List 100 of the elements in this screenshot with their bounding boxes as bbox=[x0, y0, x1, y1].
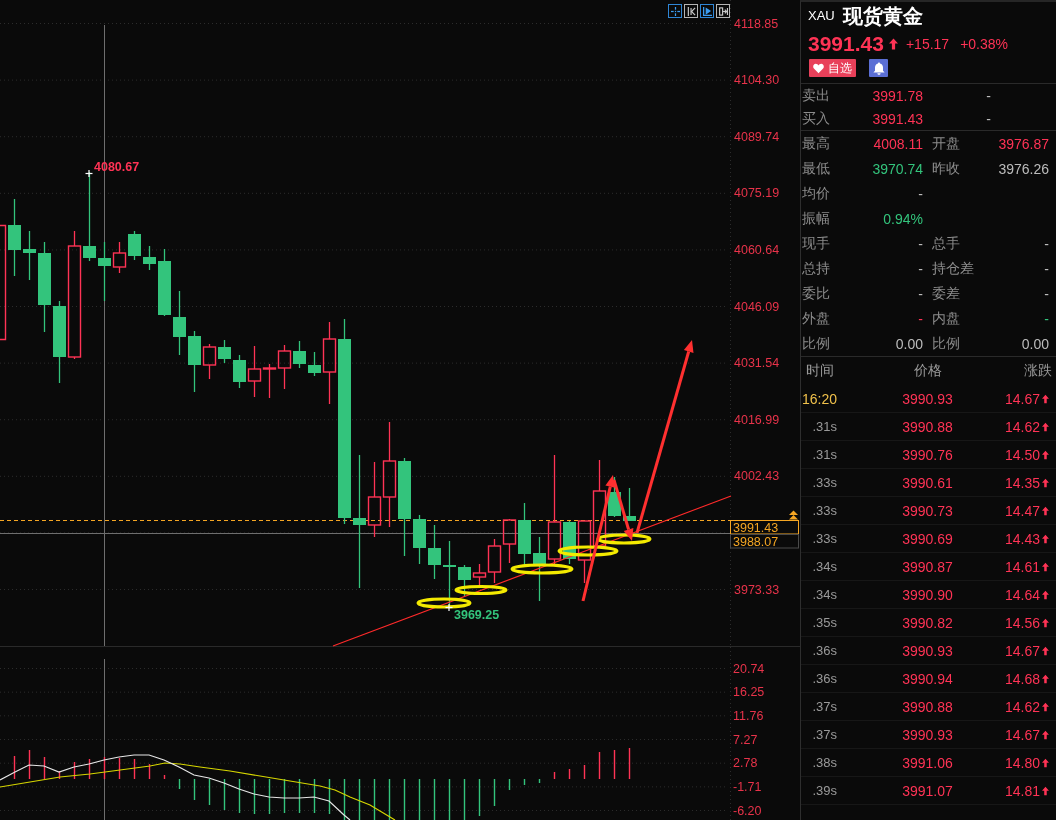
trade-price: 3991.07 bbox=[901, 782, 954, 799]
histogram-bar bbox=[553, 771, 556, 780]
heart-icon bbox=[813, 62, 824, 74]
stat-label: 均价 bbox=[802, 184, 831, 203]
price-axis-label: 3973.33 bbox=[734, 582, 780, 597]
trade-price: 3990.61 bbox=[901, 474, 954, 491]
trade-time: 16:20 bbox=[801, 390, 838, 407]
watchlist-button[interactable]: 自选 bbox=[809, 59, 856, 77]
histogram-bar bbox=[418, 778, 421, 820]
price-change: +15.17 bbox=[905, 35, 950, 52]
crosshair-icon bbox=[670, 6, 680, 16]
trade-time: .31s bbox=[811, 447, 838, 462]
stat-value: - bbox=[1043, 285, 1049, 302]
stat-label: 最低 bbox=[802, 159, 831, 178]
trade-change: 14.68 bbox=[1005, 670, 1041, 687]
trade-price: 3990.94 bbox=[901, 670, 954, 687]
trade-price: 3990.88 bbox=[901, 698, 954, 715]
histogram-bar bbox=[493, 778, 496, 807]
chart-tool-button[interactable] bbox=[684, 4, 698, 18]
histogram-bar bbox=[583, 764, 586, 780]
candle bbox=[173, 290, 186, 356]
percent-change: +0.38% bbox=[960, 35, 1008, 52]
stat-label: 总持 bbox=[802, 259, 831, 278]
last-price-tag: 3991.43 bbox=[730, 520, 799, 535]
histogram-bar bbox=[73, 761, 76, 780]
histogram-bar bbox=[208, 778, 211, 806]
down-arrow bbox=[612, 479, 634, 541]
histogram-bar bbox=[118, 757, 121, 780]
ellipse-marker bbox=[510, 563, 574, 575]
stat-label: 持仓差 bbox=[932, 259, 975, 278]
histogram-bar bbox=[523, 778, 526, 786]
high-price-label: 4080.67 bbox=[94, 159, 140, 174]
histogram-bar bbox=[358, 778, 361, 820]
trade-time: .35s bbox=[811, 615, 838, 630]
trade-change: 14.50 bbox=[1005, 446, 1041, 463]
indicator-axis-label: 16.25 bbox=[733, 685, 765, 700]
trade-price: 3990.73 bbox=[901, 502, 954, 519]
histogram-bar bbox=[238, 778, 241, 814]
chart-tool-button[interactable] bbox=[700, 4, 714, 18]
price-axis-label: 4104.30 bbox=[734, 73, 780, 88]
trade-time: .31s bbox=[811, 419, 838, 434]
price-axis-label: 4089.74 bbox=[734, 129, 780, 144]
histogram-bar bbox=[373, 778, 376, 820]
field-value: 3991.78 bbox=[871, 87, 923, 104]
instrument-name: 现货黄金 bbox=[842, 5, 923, 26]
field-label: 买入 bbox=[802, 109, 831, 128]
volume-value: - bbox=[985, 87, 991, 104]
price-axis-label: 4046.09 bbox=[734, 299, 780, 314]
indicator-axis-label: 11.76 bbox=[733, 708, 764, 723]
histogram-bar bbox=[193, 778, 196, 801]
column-header: 涨跌 bbox=[1023, 362, 1053, 380]
trade-time: .34s bbox=[811, 559, 838, 574]
indicator-axis-label: 20.74 bbox=[733, 661, 765, 676]
trade-time: .33s bbox=[811, 475, 838, 490]
indicator-axis-label: -1.71 bbox=[733, 779, 762, 794]
histogram-bar bbox=[298, 778, 301, 814]
stat-label: 比例 bbox=[932, 334, 961, 353]
caret-icon bbox=[789, 510, 798, 520]
candle bbox=[143, 245, 156, 271]
histogram-bar bbox=[13, 755, 16, 780]
histogram-bar bbox=[538, 778, 541, 784]
histogram-bar bbox=[283, 778, 286, 814]
trade-price: 3990.76 bbox=[901, 446, 954, 463]
histogram-bar bbox=[463, 778, 466, 820]
price-axis-label: 4060.64 bbox=[734, 242, 780, 257]
histogram-bar bbox=[163, 774, 166, 780]
chart-tool-button[interactable] bbox=[716, 4, 730, 18]
trade-price: 3990.93 bbox=[901, 390, 954, 407]
trade-price: 3990.93 bbox=[901, 726, 954, 743]
trade-time: .36s bbox=[811, 671, 838, 686]
alert-button[interactable] bbox=[869, 59, 888, 77]
chart-tool-button[interactable] bbox=[668, 4, 682, 18]
trade-change: 14.64 bbox=[1005, 586, 1041, 603]
candle bbox=[23, 230, 36, 281]
histogram-bar bbox=[508, 778, 511, 791]
candle bbox=[128, 230, 141, 261]
volume-value: - bbox=[985, 110, 991, 127]
histogram-bar bbox=[568, 768, 571, 780]
histogram-bar bbox=[268, 778, 271, 815]
stat-value: 3976.26 bbox=[997, 160, 1049, 177]
symbol-code: XAU bbox=[808, 8, 835, 23]
field-label: 卖出 bbox=[802, 86, 831, 105]
plus-marker-icon bbox=[84, 169, 94, 178]
trade-price: 3991.06 bbox=[901, 754, 954, 771]
histogram-bar bbox=[223, 778, 226, 811]
trade-time: .36s bbox=[811, 643, 838, 658]
trade-time: .39s bbox=[811, 783, 838, 798]
histogram-bar bbox=[448, 778, 451, 820]
candle bbox=[428, 524, 441, 580]
histogram-bar bbox=[28, 749, 31, 780]
ellipse-marker bbox=[596, 533, 652, 545]
histogram-bar bbox=[133, 758, 136, 780]
candle bbox=[502, 518, 517, 564]
bell-icon bbox=[872, 61, 885, 75]
stat-value: - bbox=[1043, 310, 1049, 327]
stat-label: 委差 bbox=[932, 284, 961, 303]
histogram-bar bbox=[388, 778, 391, 820]
histogram-bar bbox=[313, 778, 316, 814]
trade-price: 3990.82 bbox=[901, 614, 954, 631]
bar-chevron-icon bbox=[686, 6, 696, 16]
